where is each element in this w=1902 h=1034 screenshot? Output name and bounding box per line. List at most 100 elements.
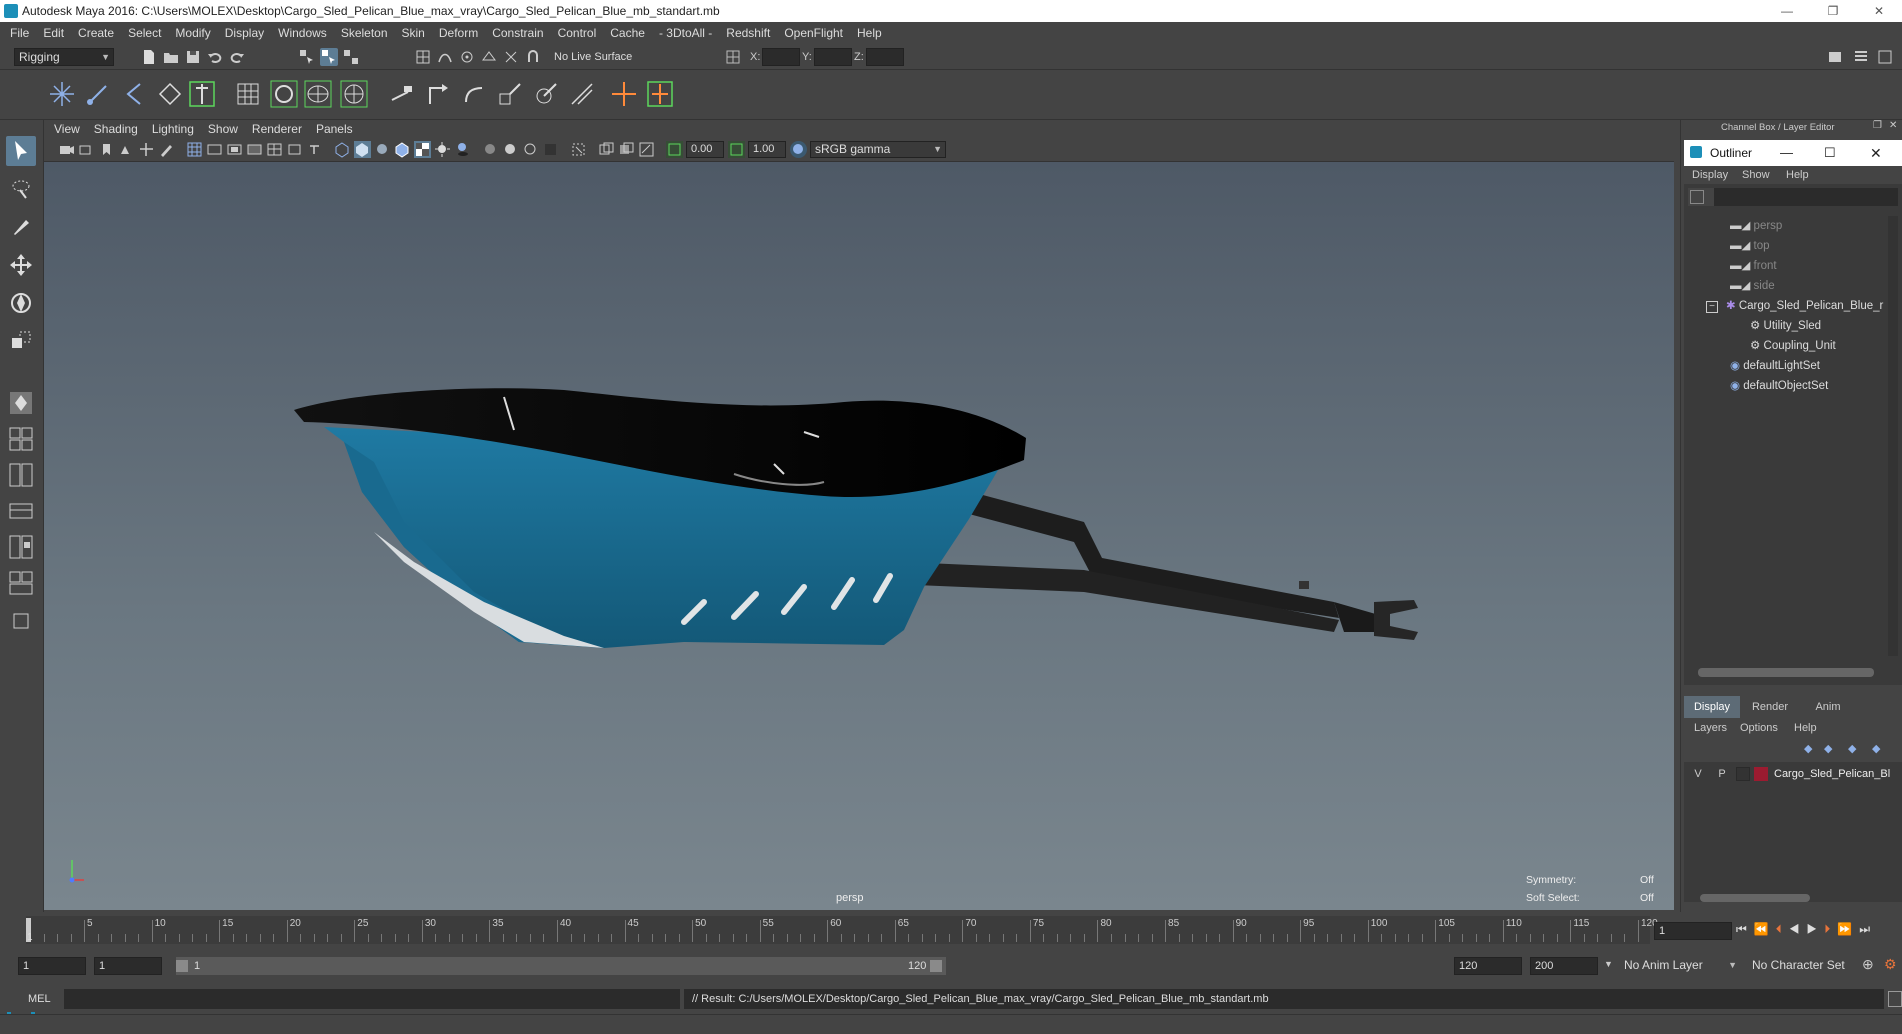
ik-spline-icon[interactable] (118, 78, 150, 110)
screen-space-ao-icon[interactable] (482, 141, 499, 158)
layer-row[interactable]: V P Cargo_Sled_Pelican_Bl (1688, 764, 1898, 784)
go-to-start-icon[interactable]: ⏮ (1736, 922, 1754, 936)
paint-select-icon[interactable] (6, 212, 36, 242)
menu-constrain[interactable]: Constrain (485, 22, 550, 44)
field-chart-icon[interactable] (266, 141, 283, 158)
current-frame-input[interactable]: 1 (1654, 922, 1732, 940)
menu-deform[interactable]: Deform (432, 22, 485, 44)
outliner-item-side[interactable]: ▬◢ side (1730, 276, 1775, 296)
play-backwards-icon[interactable]: ◀ (1789, 922, 1807, 936)
outliner-item-top[interactable]: ▬◢ top (1730, 236, 1770, 256)
snap-point-icon[interactable] (458, 48, 476, 66)
aim-constraint-icon[interactable] (530, 78, 562, 110)
menu-modify[interactable]: Modify (168, 22, 217, 44)
exposure-icon[interactable] (666, 141, 683, 158)
bookmark-icon[interactable] (98, 141, 115, 158)
menu-set-dropdown[interactable]: Rigging ▼ (14, 48, 114, 66)
viewport-menu-lighting[interactable]: Lighting (145, 120, 201, 138)
menu-3dtoall[interactable]: - 3DtoAll - (652, 22, 719, 44)
cluster-handle-icon[interactable] (644, 78, 676, 110)
playback-start-input[interactable]: 1 (94, 957, 162, 975)
select-component-icon[interactable] (342, 48, 360, 66)
orient-constraint-icon[interactable] (458, 78, 490, 110)
menu-skin[interactable]: Skin (395, 22, 432, 44)
bind-skin-icon[interactable] (154, 78, 186, 110)
move-tool-icon[interactable] (6, 250, 36, 280)
layer-color-swatch[interactable] (1754, 767, 1768, 781)
time-ruler[interactable]: 5 10 15 20 25 30 35 40 45 50 55 60 65 70 75 80 85 90 95 100… (26, 916, 1658, 944)
outliner-horizontal-scrollbar[interactable] (1698, 668, 1874, 677)
move-layer-down-icon[interactable]: ◆ (1824, 742, 1832, 755)
outliner-close-icon[interactable]: ✕ (1870, 140, 1882, 166)
safe-title-icon[interactable] (306, 141, 323, 158)
step-forward-frame-icon[interactable]: ⏩ (1837, 922, 1859, 936)
pole-vector-icon[interactable] (566, 78, 598, 110)
layout-outliner-icon[interactable] (6, 496, 36, 522)
y-input[interactable] (814, 48, 852, 66)
animation-start-input[interactable]: 1 (18, 957, 86, 975)
layer-horizontal-scrollbar[interactable] (1700, 894, 1810, 902)
snap-view-plane-icon[interactable] (480, 48, 498, 66)
outliner-minimize-icon[interactable]: — (1780, 140, 1793, 166)
viewport-menu-show[interactable]: Show (201, 120, 245, 138)
range-end-handle[interactable] (930, 960, 942, 972)
tool-settings-icon[interactable] (1876, 48, 1894, 66)
exposure-input[interactable]: 0.00 (686, 141, 724, 158)
viewport-menu-shading[interactable]: Shading (87, 120, 145, 138)
layer-display-type[interactable] (1736, 767, 1750, 781)
select-tool-icon[interactable] (6, 136, 36, 166)
modeling-toolkit-icon[interactable] (1826, 48, 1844, 66)
save-scene-icon[interactable] (184, 48, 202, 66)
motion-blur-icon[interactable] (502, 141, 519, 158)
menu-openflight[interactable]: OpenFlight (777, 22, 850, 44)
xray-active-icon[interactable] (618, 141, 635, 158)
outliner-menu-help[interactable]: Help (1786, 166, 1809, 184)
menu-control[interactable]: Control (551, 22, 604, 44)
film-gate-icon[interactable] (206, 141, 223, 158)
parent-constraint-icon[interactable] (386, 78, 418, 110)
joint-tool-icon[interactable] (46, 78, 78, 110)
close-panel-icon[interactable]: ✕ (1889, 120, 1897, 131)
relative-transform-icon[interactable] (724, 48, 742, 66)
move-layer-up-icon[interactable]: ◆ (1804, 742, 1812, 755)
depth-of-field-icon[interactable] (542, 141, 559, 158)
filter-icon[interactable] (1690, 190, 1704, 204)
float-panel-icon[interactable]: ❐ (1873, 120, 1882, 131)
2d-pan-zoom-icon[interactable] (138, 141, 155, 158)
locator-icon[interactable] (608, 78, 640, 110)
ik-handle-icon[interactable] (82, 78, 114, 110)
camera-select-icon[interactable] (58, 141, 75, 158)
new-scene-icon[interactable] (140, 48, 158, 66)
script-language-label[interactable]: MEL (28, 990, 51, 1008)
xray-icon[interactable] (598, 141, 615, 158)
restore-button[interactable]: ❐ (1810, 0, 1856, 22)
open-scene-icon[interactable] (162, 48, 180, 66)
view-transform-dropdown[interactable]: sRGB gamma ▼ (810, 141, 946, 158)
viewport-menu-renderer[interactable]: Renderer (245, 120, 309, 138)
tab-render[interactable]: Render (1742, 696, 1798, 718)
tab-anim[interactable]: Anim (1800, 696, 1856, 718)
menu-edit[interactable]: Edit (36, 22, 71, 44)
snap-magnet-icon[interactable] (524, 48, 542, 66)
live-surface-label[interactable]: No Live Surface (554, 48, 632, 66)
outliner-search-input[interactable] (1714, 188, 1898, 206)
outliner-item-default-light-set[interactable]: ◉ defaultLightSet (1730, 356, 1820, 376)
wireframe-on-shaded-icon[interactable] (394, 141, 411, 158)
gamma-input[interactable]: 1.00 (748, 141, 786, 158)
tab-display[interactable]: Display (1684, 696, 1740, 718)
command-input[interactable] (64, 989, 680, 1009)
color-management-icon[interactable] (790, 141, 807, 158)
menu-display[interactable]: Display (218, 22, 271, 44)
sculpt-deformer-icon[interactable] (338, 78, 370, 110)
gamma-icon[interactable] (728, 141, 745, 158)
script-editor-icon[interactable] (1888, 991, 1902, 1007)
menu-skeleton[interactable]: Skeleton (334, 22, 395, 44)
layout-custom-icon[interactable] (6, 606, 36, 632)
collapse-icon[interactable]: − (1706, 301, 1718, 313)
outliner-item-utility-sled[interactable]: ⚙ Utility_Sled (1750, 316, 1821, 336)
layout-two-panes-icon[interactable] (6, 460, 36, 487)
layout-graph-editor-icon[interactable] (6, 532, 36, 559)
shadows-icon[interactable] (454, 141, 471, 158)
image-plane-icon[interactable] (118, 141, 135, 158)
last-tool-icon[interactable] (6, 388, 36, 416)
